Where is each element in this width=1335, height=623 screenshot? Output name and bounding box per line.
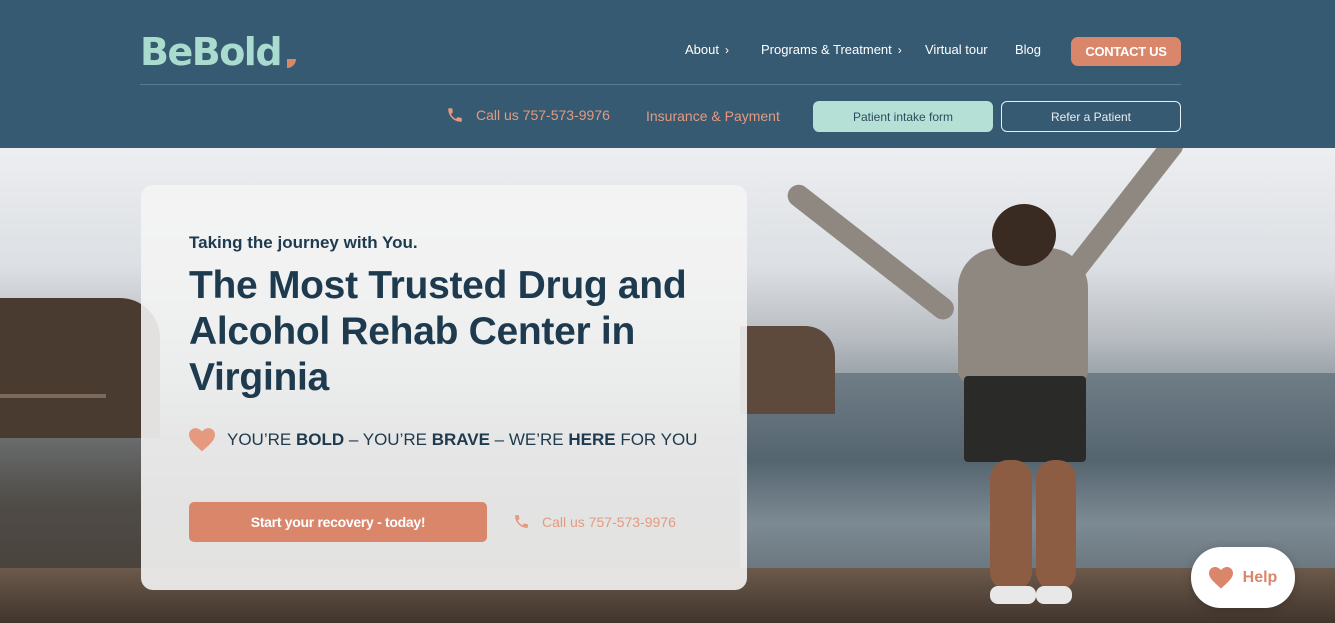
hero-fence xyxy=(0,394,106,398)
person-leg xyxy=(990,460,1032,590)
nav-programs-label: Programs & Treatment xyxy=(761,42,892,57)
heart-icon xyxy=(1208,566,1233,588)
nav-about[interactable]: About › xyxy=(685,42,729,58)
person-shoe xyxy=(990,586,1036,604)
hero-tagline: Taking the journey with You. xyxy=(189,233,418,252)
person-shorts xyxy=(964,376,1086,462)
hero-phone-label: Call us 757-573-9976 xyxy=(542,513,676,530)
phone-icon xyxy=(515,515,528,528)
nav-virtual-tour[interactable]: Virtual tour xyxy=(925,42,988,58)
patient-intake-button[interactable]: Patient intake form xyxy=(813,101,993,132)
person-leg xyxy=(1036,460,1076,590)
insurance-payment-link[interactable]: Insurance & Payment xyxy=(646,108,780,124)
person-head xyxy=(992,204,1056,266)
hero-cliff-right xyxy=(740,326,835,414)
hero-headline: The Most Trusted Drug and Alcohol Rehab … xyxy=(189,264,687,399)
hero-phone-link[interactable]: Call us 757-573-9976 xyxy=(513,513,676,530)
nav-virtual-tour-label: Virtual tour xyxy=(925,42,988,57)
nav-blog-label: Blog xyxy=(1015,42,1042,57)
start-recovery-button[interactable]: Start your recovery - today! xyxy=(189,502,487,542)
logo-dot xyxy=(287,59,296,68)
contact-us-button[interactable]: CONTACT US xyxy=(1071,37,1181,66)
help-label: Help xyxy=(1242,568,1278,586)
hero-bold-line: YOU’RE BOLD – YOU’RE BRAVE – WE’RE HERE … xyxy=(189,428,697,452)
chevron-right-icon: › xyxy=(897,43,902,57)
person-arm-left xyxy=(783,180,959,324)
help-button[interactable]: Help xyxy=(1191,547,1295,608)
hero-cliff-left xyxy=(0,298,160,438)
person-shoe xyxy=(1036,586,1072,604)
nav-blog[interactable]: Blog xyxy=(1015,42,1041,58)
site-header: BeBold About › Programs & Treatment › Vi… xyxy=(0,0,1335,148)
header-phone-label: Call us 757-573-9976 xyxy=(476,107,610,123)
header-phone-link[interactable]: Call us 757-573-9976 xyxy=(446,106,610,124)
heart-icon xyxy=(189,428,215,452)
person-torso xyxy=(958,248,1088,383)
header-divider xyxy=(140,84,1181,85)
chevron-right-icon: › xyxy=(724,43,729,57)
refer-patient-button[interactable]: Refer a Patient xyxy=(1001,101,1181,132)
nav-programs[interactable]: Programs & Treatment › xyxy=(761,42,902,58)
bebold-logo[interactable]: BeBold xyxy=(140,30,296,74)
bold-line-text: YOU’RE BOLD – YOU’RE BRAVE – WE’RE HERE … xyxy=(227,430,698,449)
nav-about-label: About xyxy=(685,42,719,57)
phone-icon xyxy=(448,108,462,122)
